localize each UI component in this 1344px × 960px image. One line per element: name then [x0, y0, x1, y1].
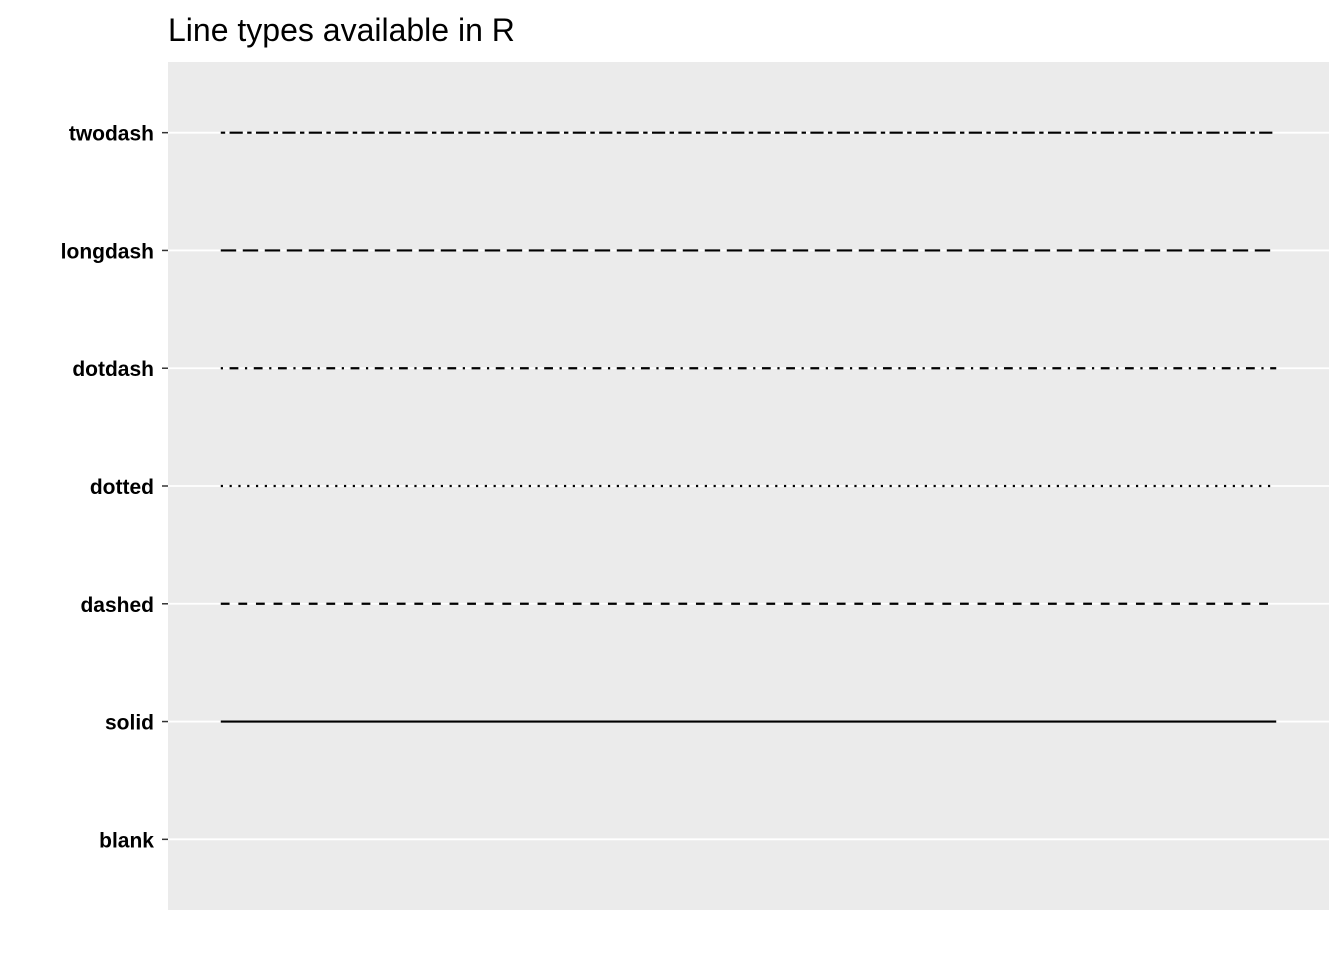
y-tick-label-blank: blank — [99, 829, 154, 852]
linetype-chart: Line types available in R blank solid dash… — [61, 12, 1329, 910]
y-tick-label-dashed: dashed — [80, 594, 154, 617]
y-tick-label-solid: solid — [105, 712, 154, 735]
y-tick-label-twodash: twodash — [69, 123, 154, 146]
y-tick-label-dotted: dotted — [90, 476, 154, 499]
y-axis: blank solid dashed dotted dotdash longdash two… — [61, 123, 168, 852]
chart-title: Line types available in R — [168, 12, 515, 48]
y-tick-label-longdash: longdash — [61, 240, 154, 263]
y-tick-label-dotdash: dotdash — [72, 358, 154, 381]
